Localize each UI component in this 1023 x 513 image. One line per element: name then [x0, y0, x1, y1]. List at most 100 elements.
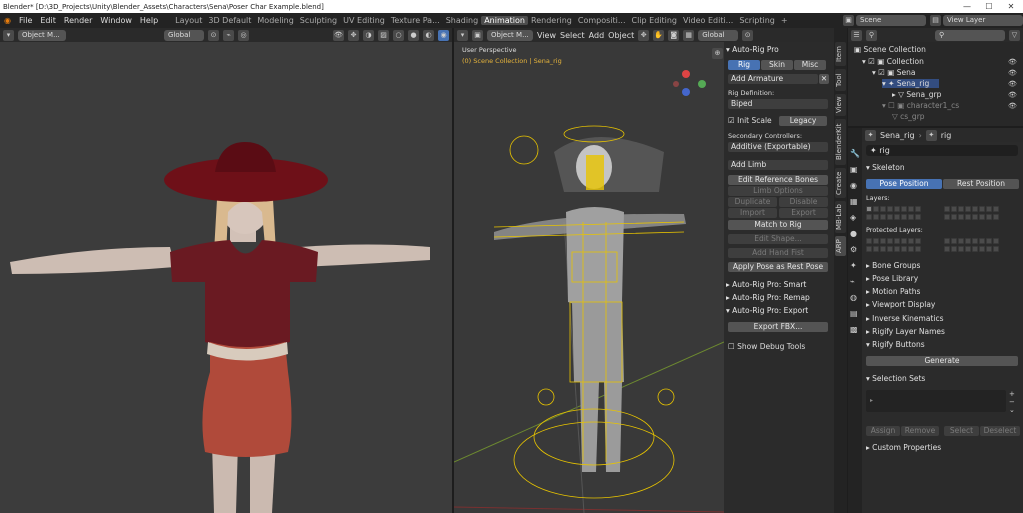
- show-debug-tools-checkbox[interactable]: ☐ Show Debug Tools: [728, 342, 805, 351]
- rest-position-button[interactable]: Rest Position: [943, 179, 1019, 189]
- smart-panel-header[interactable]: ▸ Auto-Rig Pro: Smart: [726, 280, 806, 289]
- assign-button[interactable]: Assign: [866, 426, 900, 436]
- export-button[interactable]: Export: [779, 208, 828, 218]
- menu-render[interactable]: Render: [60, 16, 96, 25]
- tab-scripting[interactable]: Scripting: [736, 16, 778, 25]
- export-fbx-button[interactable]: Export FBX...: [728, 322, 828, 332]
- minimize-button[interactable]: —: [957, 0, 977, 13]
- rig-definition-dropdown[interactable]: Biped: [728, 99, 828, 109]
- outliner-item[interactable]: ▸ ▽ Sena_grp: [892, 90, 941, 99]
- proportional-edit-icon[interactable]: ◎: [238, 29, 249, 41]
- right-viewport[interactable]: ▾ ▣ Object M... View Select Add Object ✥…: [454, 28, 834, 513]
- mode-selector[interactable]: Object M...: [487, 29, 533, 41]
- tab-clip-editing[interactable]: Clip Editing: [628, 16, 680, 25]
- add-limb-dropdown[interactable]: Add Limb: [728, 160, 828, 170]
- tab-shading[interactable]: Shading: [443, 16, 482, 25]
- add-armature-dropdown[interactable]: Add Armature: [728, 74, 818, 84]
- outliner-search[interactable]: ⚲: [935, 29, 1005, 41]
- tab-texture-paint[interactable]: Texture Pa...: [388, 16, 443, 25]
- tab-view[interactable]: View: [835, 94, 846, 116]
- add-hand-fist-button[interactable]: Add Hand Fist: [728, 248, 828, 258]
- list-controls-icons[interactable]: + − ⌄: [1009, 390, 1015, 414]
- panel-rigify-layer-names[interactable]: ▸ Rigify Layer Names: [866, 327, 945, 336]
- tab-misc[interactable]: Misc: [794, 60, 826, 70]
- panel-viewport-display[interactable]: ▸ Viewport Display: [866, 300, 935, 309]
- tab-modeling[interactable]: Modeling: [254, 16, 296, 25]
- filter-icon[interactable]: ⚲: [866, 29, 877, 41]
- pivot-icon[interactable]: ⊙: [208, 29, 219, 41]
- protected-grid-4[interactable]: [944, 246, 999, 252]
- data-block-field[interactable]: ✦ rig: [866, 145, 1018, 156]
- view-layer-selector[interactable]: View Layer: [943, 15, 1023, 26]
- panel-pose-library[interactable]: ▸ Pose Library: [866, 274, 918, 283]
- visibility-eye-icons[interactable]: 👁 👁 👁 👁 👁: [1008, 57, 1017, 112]
- tab-video-editing[interactable]: Video Editi...: [680, 16, 736, 25]
- remove-armature-icon[interactable]: ✕: [819, 74, 829, 84]
- tab-create[interactable]: Create: [835, 168, 846, 198]
- export-panel-header[interactable]: ▾ Auto-Rig Pro: Export: [726, 306, 808, 315]
- menu-object[interactable]: Object: [608, 31, 634, 40]
- tab-3d-default[interactable]: 3D Default: [205, 16, 254, 25]
- editor-type-icon[interactable]: ▾: [3, 29, 14, 41]
- tab-animation[interactable]: Animation: [481, 16, 528, 25]
- hand-icon[interactable]: ✋: [653, 29, 665, 41]
- close-button[interactable]: ✕: [1001, 0, 1021, 13]
- protected-grid-1[interactable]: [866, 238, 921, 244]
- overlay-icon[interactable]: ◑: [363, 29, 374, 41]
- panel-rigify-buttons[interactable]: ▾ Rigify Buttons: [866, 340, 925, 349]
- shading-wire-icon[interactable]: ○: [393, 29, 404, 41]
- grid-icon[interactable]: ▦: [683, 29, 695, 41]
- protected-grid-2[interactable]: [944, 238, 999, 244]
- snap-icon[interactable]: ⌁: [223, 29, 234, 41]
- menu-help[interactable]: Help: [136, 16, 162, 25]
- selection-sets-list[interactable]: ▸: [866, 390, 1006, 412]
- panel-inverse-kinematics[interactable]: ▸ Inverse Kinematics: [866, 314, 944, 323]
- outliner-item[interactable]: ▾ ☑ ▣ Sena: [872, 68, 915, 77]
- outliner-type-icon[interactable]: ☰: [851, 29, 862, 41]
- layers-grid-2[interactable]: [944, 206, 999, 212]
- edit-reference-bones-button[interactable]: Edit Reference Bones: [728, 175, 828, 185]
- select-button[interactable]: Select: [944, 426, 979, 436]
- menu-add[interactable]: Add: [589, 31, 605, 40]
- outliner-item[interactable]: ▽ cs_grp: [892, 112, 925, 121]
- remove-button[interactable]: Remove: [901, 426, 939, 436]
- legacy-button[interactable]: Legacy: [779, 116, 827, 126]
- protected-grid-3[interactable]: [866, 246, 921, 252]
- autorig-panel-header[interactable]: ▾ Auto-Rig Pro: [726, 45, 779, 54]
- tab-arp[interactable]: ARP: [835, 236, 846, 256]
- tab-mb-lab[interactable]: MB-Lab: [835, 201, 846, 233]
- apply-pose-as-rest-button[interactable]: Apply Pose as Rest Pose: [728, 262, 828, 272]
- shading-rendered-icon[interactable]: ◉: [438, 29, 449, 41]
- pivot-icon[interactable]: ⊙: [742, 29, 754, 41]
- layers-grid-3[interactable]: [866, 214, 921, 220]
- layers-grid-4[interactable]: [944, 214, 999, 220]
- left-viewport[interactable]: ▾ Object M... Global ⊙ ⌁ ◎ 👁 ✥ ◑ ▨ ○ ● ◐…: [0, 28, 452, 513]
- menu-view[interactable]: View: [537, 31, 556, 40]
- pose-position-button[interactable]: Pose Position: [866, 179, 942, 189]
- tab-compositing[interactable]: Compositi...: [575, 16, 629, 25]
- xray-icon[interactable]: ▨: [378, 29, 389, 41]
- camera-icon[interactable]: ◙: [668, 29, 680, 41]
- custom-properties-header[interactable]: ▸ Custom Properties: [866, 443, 941, 452]
- orientation-selector[interactable]: Global: [164, 29, 204, 41]
- add-workspace-button[interactable]: +: [778, 16, 791, 25]
- gizmo-icon[interactable]: ✥: [348, 29, 359, 41]
- property-context-icons[interactable]: 🔧 ▣ ◉ ▦ ◈ ● ⚙ ✦ ⌁ ◍ ▤ ▩: [850, 146, 860, 338]
- tab-layout[interactable]: Layout: [172, 16, 205, 25]
- deselect-button[interactable]: Deselect: [980, 426, 1020, 436]
- panel-bone-groups[interactable]: ▸ Bone Groups: [866, 261, 920, 270]
- layers-grid-1[interactable]: [866, 206, 921, 212]
- remap-panel-header[interactable]: ▸ Auto-Rig Pro: Remap: [726, 293, 810, 302]
- tab-skin[interactable]: Skin: [761, 60, 793, 70]
- scene-selector[interactable]: Scene: [856, 15, 926, 26]
- panel-motion-paths[interactable]: ▸ Motion Paths: [866, 287, 920, 296]
- outliner-scene-collection[interactable]: ▣ Scene Collection: [854, 45, 926, 54]
- tab-rendering[interactable]: Rendering: [528, 16, 575, 25]
- tab-sculpting[interactable]: Sculpting: [297, 16, 340, 25]
- move-icon[interactable]: ✥: [638, 29, 650, 41]
- disable-button[interactable]: Disable: [779, 197, 828, 207]
- visibility-icon[interactable]: 👁: [333, 29, 344, 41]
- orientation-selector[interactable]: Global: [698, 29, 739, 41]
- tab-blenderkit[interactable]: BlenderKit: [835, 119, 846, 165]
- match-to-rig-button[interactable]: Match to Rig: [728, 220, 828, 230]
